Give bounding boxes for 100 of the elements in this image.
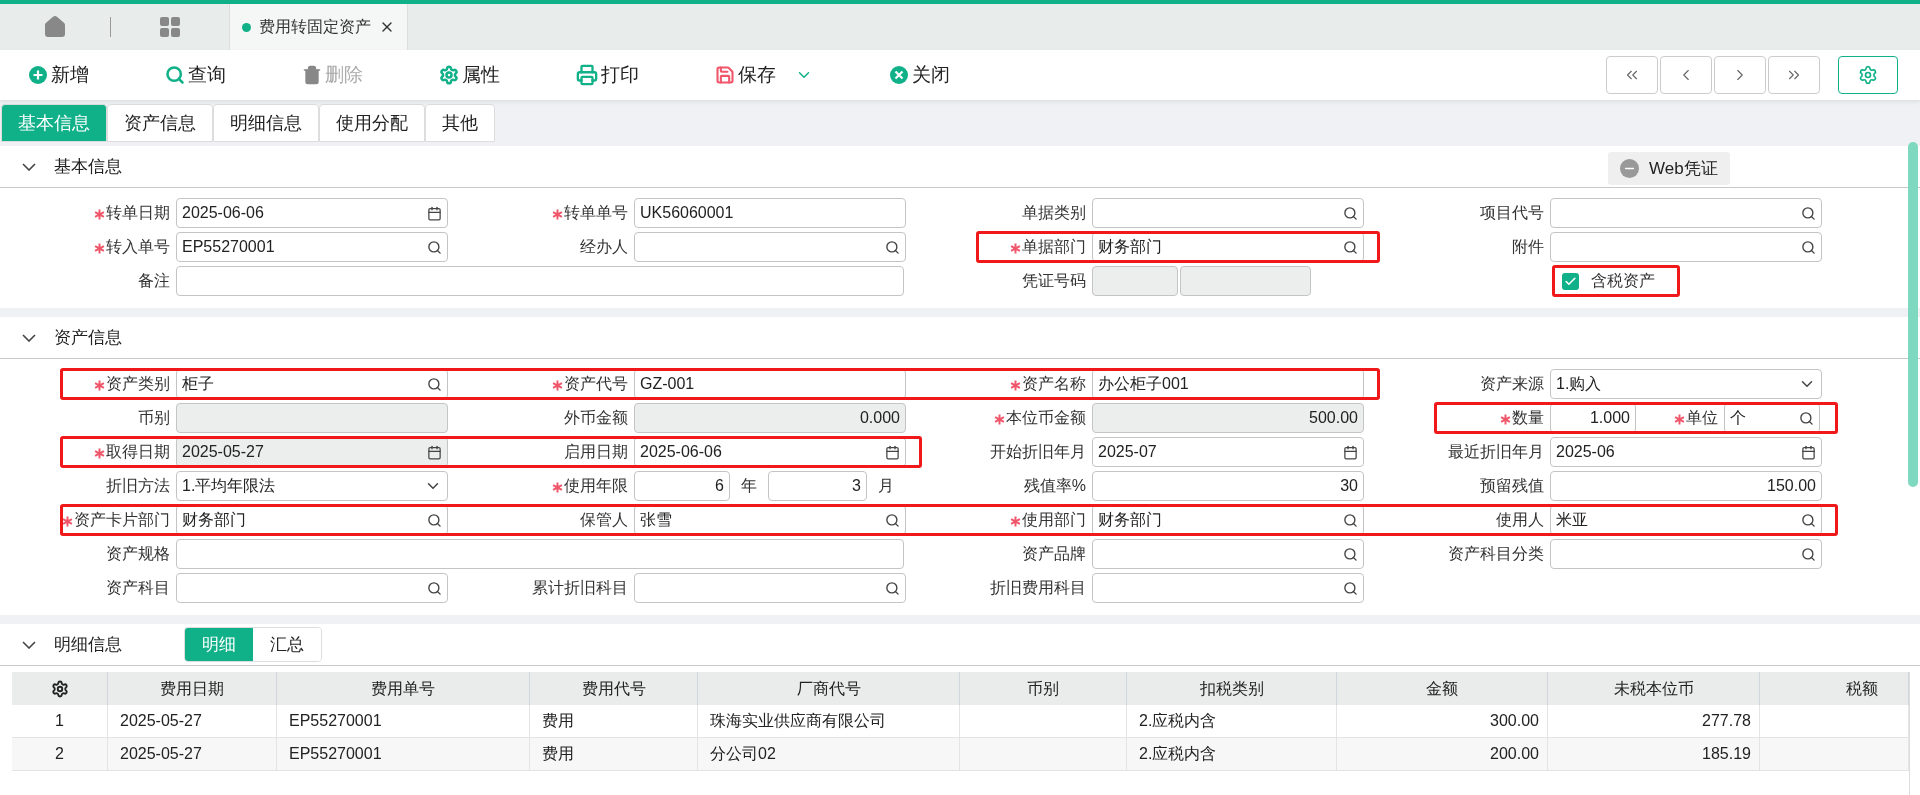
dropdown-field[interactable]: 1.平均年限法 bbox=[176, 471, 448, 501]
checkbox-label: 含税资产 bbox=[1591, 271, 1655, 291]
row-number: 1 bbox=[12, 705, 108, 737]
required-mark-icon bbox=[1010, 516, 1021, 527]
document-tab[interactable]: 费用转固定资产 bbox=[229, 4, 408, 50]
input-field[interactable]: 150.00 bbox=[1550, 471, 1822, 501]
search-icon bbox=[1343, 239, 1358, 255]
field-label: 预留残值 bbox=[1480, 476, 1544, 496]
field-label: 启用日期 bbox=[564, 442, 628, 462]
required-mark-icon bbox=[94, 243, 105, 254]
search-field[interactable] bbox=[176, 573, 448, 603]
search-field[interactable] bbox=[1550, 232, 1822, 262]
tab[interactable]: 其他 bbox=[425, 104, 495, 142]
search-field[interactable] bbox=[634, 232, 906, 262]
field-label: 单据类别 bbox=[1022, 203, 1086, 223]
field-label: 转单单号 bbox=[564, 203, 628, 223]
input-field[interactable] bbox=[1180, 266, 1311, 296]
calendar-icon bbox=[427, 444, 442, 460]
input-field[interactable]: UK56060001 bbox=[634, 198, 906, 228]
toolbar-button[interactable]: 新增 bbox=[28, 60, 89, 90]
required-mark-icon bbox=[1500, 414, 1511, 425]
input-field[interactable] bbox=[176, 403, 448, 433]
date-field[interactable]: 2025-07 bbox=[1092, 437, 1364, 467]
grid-icon[interactable] bbox=[158, 15, 182, 39]
required-mark-icon bbox=[94, 448, 105, 459]
field-label: 残值率% bbox=[1023, 476, 1086, 496]
last-page-button[interactable] bbox=[1768, 56, 1820, 94]
column-settings-icon[interactable] bbox=[50, 679, 69, 698]
toolbar-button[interactable]: 打印 bbox=[576, 60, 639, 90]
toolbar-button[interactable]: 属性 bbox=[439, 60, 500, 90]
toolbar-button[interactable]: 查询 bbox=[165, 60, 226, 90]
unit-label: 年 bbox=[740, 476, 758, 496]
voucher-button[interactable]: Web凭证 bbox=[1608, 152, 1730, 185]
chevron-down-icon bbox=[22, 333, 36, 342]
field-label: 单据部门 bbox=[1022, 237, 1086, 257]
date-field[interactable]: 2025-06 bbox=[1550, 437, 1822, 467]
tab[interactable]: 明细信息 bbox=[213, 104, 319, 142]
chevron-down-icon bbox=[22, 162, 36, 171]
search-field[interactable] bbox=[1092, 198, 1364, 228]
search-icon bbox=[885, 580, 900, 596]
toolbar-button[interactable]: 保存 bbox=[715, 60, 813, 90]
search-field[interactable] bbox=[1092, 573, 1364, 603]
first-page-button[interactable] bbox=[1606, 56, 1658, 94]
field-label: 使用年限 bbox=[564, 476, 628, 496]
search-icon bbox=[885, 239, 900, 255]
search-icon bbox=[1801, 512, 1816, 528]
search-field[interactable] bbox=[1550, 198, 1822, 228]
home-icon[interactable] bbox=[43, 15, 67, 39]
field-label: 附件 bbox=[1512, 237, 1544, 257]
next-button[interactable] bbox=[1714, 56, 1766, 94]
required-mark-icon bbox=[62, 516, 73, 527]
search-icon bbox=[1801, 546, 1816, 562]
scrollbar-thumb[interactable] bbox=[1908, 142, 1918, 487]
search-field[interactable]: EP55270001 bbox=[176, 232, 448, 262]
field-label: 备注 bbox=[138, 271, 170, 291]
collapse-toggle[interactable] bbox=[22, 640, 36, 649]
input-field[interactable]: 3 bbox=[768, 471, 867, 501]
collapse-toggle[interactable] bbox=[22, 162, 36, 171]
input-field[interactable] bbox=[176, 539, 904, 569]
field-label: 使用人 bbox=[1496, 510, 1544, 530]
search-icon bbox=[885, 512, 900, 528]
table-cell-text: 费用 bbox=[542, 744, 574, 764]
search-icon bbox=[1343, 546, 1358, 562]
field-label: 折旧费用科目 bbox=[990, 578, 1086, 598]
tab[interactable]: 资产信息 bbox=[107, 104, 213, 142]
table-cell-text: 珠海实业供应商有限公司 bbox=[710, 711, 886, 731]
search-icon bbox=[1343, 580, 1358, 596]
field-label: 币别 bbox=[138, 408, 170, 428]
search-field[interactable] bbox=[634, 573, 906, 603]
field-label: 凭证号码 bbox=[1022, 271, 1086, 291]
date-field[interactable]: 2025-06-06 bbox=[176, 198, 448, 228]
section-title: 资产信息 bbox=[54, 326, 122, 349]
settings-button[interactable] bbox=[1838, 56, 1898, 94]
input-field[interactable]: 30 bbox=[1092, 471, 1364, 501]
input-field[interactable]: 0.000 bbox=[634, 403, 906, 433]
section-title: 基本信息 bbox=[54, 155, 122, 178]
field-label: 资产规格 bbox=[106, 544, 170, 564]
toolbar-button[interactable]: 关闭 bbox=[889, 60, 950, 90]
input-field[interactable] bbox=[1092, 266, 1178, 296]
field-label: 资产类别 bbox=[106, 374, 170, 394]
calendar-icon bbox=[1343, 444, 1358, 460]
plus-circle-icon bbox=[28, 65, 48, 85]
field-label: 开始折旧年月 bbox=[990, 442, 1086, 462]
search-field[interactable] bbox=[1550, 539, 1822, 569]
previous-button[interactable] bbox=[1660, 56, 1712, 94]
input-field[interactable]: 500.00 bbox=[1092, 403, 1364, 433]
field-label: 本位币金额 bbox=[1006, 408, 1086, 428]
search-field[interactable] bbox=[1092, 539, 1364, 569]
required-mark-icon bbox=[94, 209, 105, 220]
collapse-toggle[interactable] bbox=[22, 333, 36, 342]
table-cell-text: 2.应税内含 bbox=[1139, 711, 1217, 731]
field-label: 单位 bbox=[1686, 408, 1718, 428]
input-field[interactable]: 6 bbox=[634, 471, 730, 501]
tab[interactable]: 使用分配 bbox=[319, 104, 425, 142]
search-icon bbox=[427, 376, 442, 392]
field-label: 累计折旧科目 bbox=[532, 578, 628, 598]
input-field[interactable] bbox=[176, 266, 904, 296]
checkbox[interactable] bbox=[1562, 272, 1579, 290]
dropdown-field[interactable]: 1.购入 bbox=[1550, 369, 1822, 399]
search-icon bbox=[1799, 410, 1814, 426]
